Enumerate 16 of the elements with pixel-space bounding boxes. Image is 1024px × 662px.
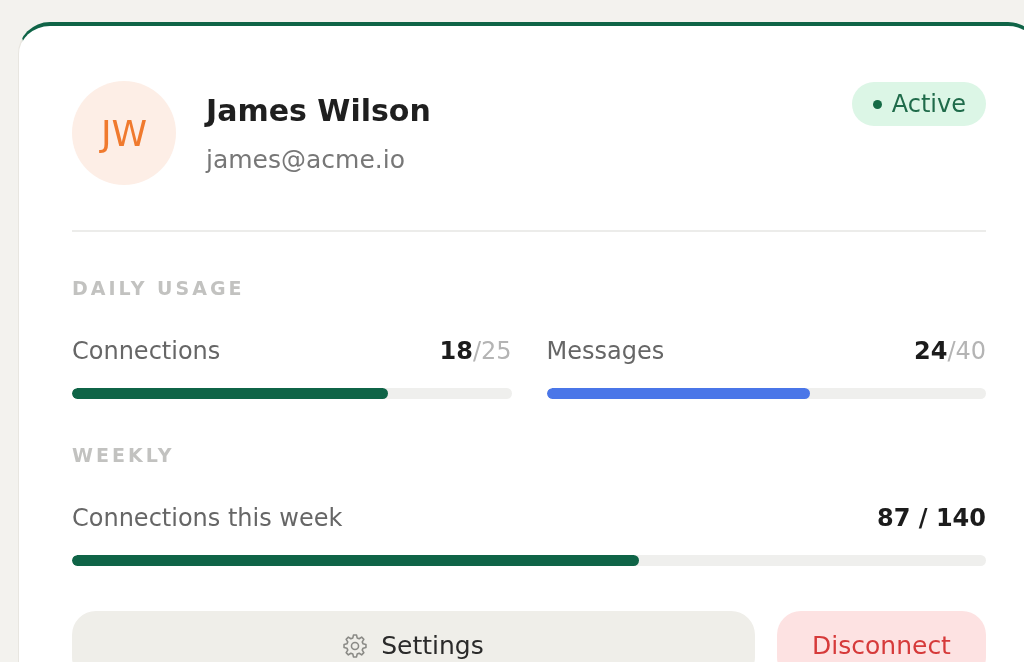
settings-icon xyxy=(343,634,368,658)
meter-value: 18/25 xyxy=(439,336,512,366)
meter-value: 87 / 140 xyxy=(877,503,986,533)
meter-label: Messages xyxy=(546,336,665,366)
user-name: James Wilson xyxy=(206,92,431,130)
section-heading: WEEKLY xyxy=(72,443,176,467)
status-label: Active xyxy=(891,89,966,119)
section-heading: DAILY USAGE xyxy=(72,276,246,300)
status-dot-icon xyxy=(872,99,882,109)
meter-label: Connections xyxy=(72,336,221,366)
settings-button[interactable]: Settings xyxy=(72,611,755,662)
avatar: JW xyxy=(72,81,176,185)
user-email: james@acme.io xyxy=(206,145,406,175)
meter-label: Connections this week xyxy=(72,503,343,533)
disconnect-button[interactable]: Disconnect xyxy=(777,611,986,662)
meter-value: 24/40 xyxy=(913,336,986,366)
